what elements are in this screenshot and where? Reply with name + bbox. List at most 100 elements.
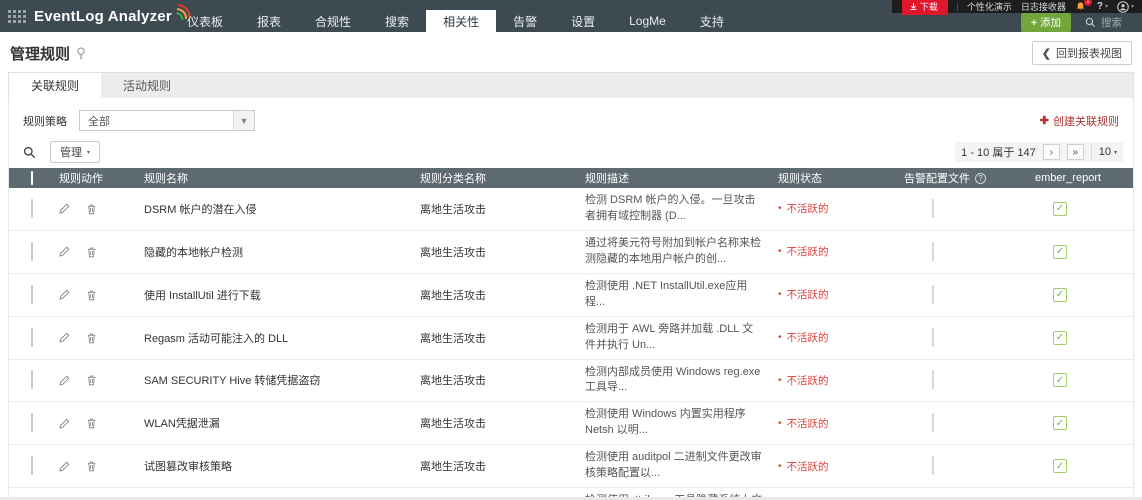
alert-profile-checkbox[interactable] [932,328,934,347]
rule-name[interactable]: WLAN凭据泄漏 [144,415,420,431]
status-dot-icon: • [778,246,782,257]
help-menu[interactable]: ? ▾ [1097,1,1108,12]
download-button[interactable]: 下载 [902,0,948,15]
status-dot-icon: • [778,418,782,429]
pagination-range: 1 - 10 属于 147 [961,144,1036,160]
col-rule-action: 规则动作 [59,170,144,186]
rule-category: 离地生活攻击 [420,287,585,303]
rule-name[interactable]: 隐藏的本地帐户检测 [144,244,420,260]
status-dot-icon: • [778,461,782,472]
brand: EventLog Analyzer [8,0,191,32]
delete-trash-icon[interactable] [86,289,97,301]
global-search[interactable]: 搜索 [1079,13,1136,32]
notifications-button[interactable]: 1 [1075,1,1088,12]
table-search-icon[interactable] [23,146,36,159]
utility-bar: 下载 个性化演示 日志接收器 1 ? ▾ ▾ [892,0,1142,13]
ember-report-checkbox[interactable]: ✓ [1053,245,1067,259]
nav-tab-support[interactable]: 支持 [683,10,741,32]
ember-report-checkbox[interactable]: ✓ [1053,459,1067,473]
help-label: ? [1097,1,1103,12]
add-button[interactable]: + 添加 [1021,13,1071,32]
page-title: 管理规则 [10,43,86,64]
delete-trash-icon[interactable] [86,246,97,258]
table-body: DSRM 帐户的潜在入侵 离地生活攻击 检测 DSRM 帐户的入侵。一旦攻击者拥… [9,188,1133,500]
row-checkbox[interactable] [31,413,33,432]
rule-name[interactable]: 使用 InstallUtil 进行下载 [144,287,420,303]
rule-status: • 不活跃的 [778,459,904,474]
nav-tab-dashboard[interactable]: 仪表板 [170,10,240,32]
edit-pencil-icon[interactable] [59,461,70,472]
ember-report-checkbox[interactable]: ✓ [1053,288,1067,302]
table-row: WLAN凭据泄漏 离地生活攻击 检测使用 Windows 内置实用程序 Nets… [9,402,1133,445]
delete-trash-icon[interactable] [86,332,97,344]
ember-report-checkbox[interactable]: ✓ [1053,331,1067,345]
col-alert-profile: 告警配置文件 ? [904,170,1035,186]
rule-category: 离地生活攻击 [420,458,585,474]
rule-name[interactable]: DSRM 帐户的潜在入侵 [144,201,420,217]
nav-tab-search[interactable]: 搜索 [368,10,426,32]
edit-pencil-icon[interactable] [59,289,70,300]
alert-profile-checkbox[interactable] [932,285,934,304]
rule-name[interactable]: Regasm 活动可能注入的 DLL [144,330,420,346]
ember-report-checkbox[interactable]: ✓ [1053,373,1067,387]
rule-description: 检测 DSRM 帐户的入侵。一旦攻击者拥有域控制器 (D... [585,193,778,225]
nav-tab-correlation[interactable]: 相关性 [426,10,496,32]
manage-dropdown-button[interactable]: 管理 ▾ [50,141,100,163]
edit-pencil-icon[interactable] [59,203,70,214]
personalized-demo-link[interactable]: 个性化演示 [967,0,1012,13]
log-receiver-link[interactable]: 日志接收器 [1021,0,1066,13]
row-checkbox[interactable] [31,199,33,218]
row-checkbox[interactable] [31,242,33,261]
alert-profile-checkbox[interactable] [932,456,934,475]
rule-category: 离地生活攻击 [420,201,585,217]
next-page-button[interactable]: › [1043,144,1060,160]
edit-pencil-icon[interactable] [59,418,70,429]
edit-pencil-icon[interactable] [59,375,70,386]
pagination: 1 - 10 属于 147 › » 10 ▾ [955,142,1123,162]
status-dot-icon: • [778,375,782,386]
alert-profile-checkbox[interactable] [932,242,934,261]
back-to-reports-button[interactable]: ❮ 回到报表视图 [1032,41,1132,65]
user-menu[interactable]: ▾ [1117,1,1134,13]
rule-policy-label: 规则策略 [23,113,67,129]
tab-activity-rules[interactable]: 活动规则 [101,73,193,98]
ember-report-checkbox[interactable]: ✓ [1053,202,1067,216]
row-checkbox[interactable] [31,456,33,475]
rule-policy-select[interactable]: 全部 ▼ [79,110,255,131]
page-size-dropdown[interactable]: 10 ▾ [1099,146,1117,158]
nav-tab-alerts[interactable]: 告警 [496,10,554,32]
delete-trash-icon[interactable] [86,417,97,429]
rule-name[interactable]: 试图篡改审核策略 [144,458,420,474]
col-rule-status: 规则状态 [778,170,904,186]
alert-profile-checkbox[interactable] [932,413,934,432]
nav-tab-settings[interactable]: 设置 [554,10,612,32]
delete-trash-icon[interactable] [86,460,97,472]
row-checkbox[interactable] [31,328,33,347]
bulb-icon[interactable] [76,47,86,60]
nav-tab-reports[interactable]: 报表 [240,10,298,32]
edit-pencil-icon[interactable] [59,246,70,257]
notification-badge: 1 [1084,0,1092,6]
chevron-left-icon: ❮ [1042,47,1051,60]
tab-correlation-rules[interactable]: 关联规则 [9,73,101,98]
last-page-button[interactable]: » [1067,144,1084,160]
ember-report-checkbox[interactable]: ✓ [1053,416,1067,430]
create-correlation-rule-link[interactable]: ✚ 创建关联规则 [1040,113,1119,129]
alert-profile-checkbox[interactable] [932,370,934,389]
select-all-checkbox[interactable] [31,171,33,185]
chevron-down-icon: ▾ [1114,149,1117,156]
apps-grid-icon[interactable] [8,10,26,23]
search-icon [1085,17,1096,28]
row-checkbox[interactable] [31,370,33,389]
rule-name[interactable]: SAM SECURITY Hive 转储凭据盗窃 [144,372,420,388]
delete-trash-icon[interactable] [86,374,97,386]
delete-trash-icon[interactable] [86,203,97,215]
row-checkbox[interactable] [31,285,33,304]
nav-tab-logme[interactable]: LogMe [612,10,683,32]
rule-description: 检测内部成员使用 Windows reg.exe 工具导... [585,365,778,397]
alert-profile-checkbox[interactable] [932,199,934,218]
nav-tab-compliance[interactable]: 合规性 [298,10,368,32]
edit-pencil-icon[interactable] [59,332,70,343]
col-rule-desc: 规则描述 [585,170,778,186]
help-circle-icon[interactable]: ? [975,173,986,184]
